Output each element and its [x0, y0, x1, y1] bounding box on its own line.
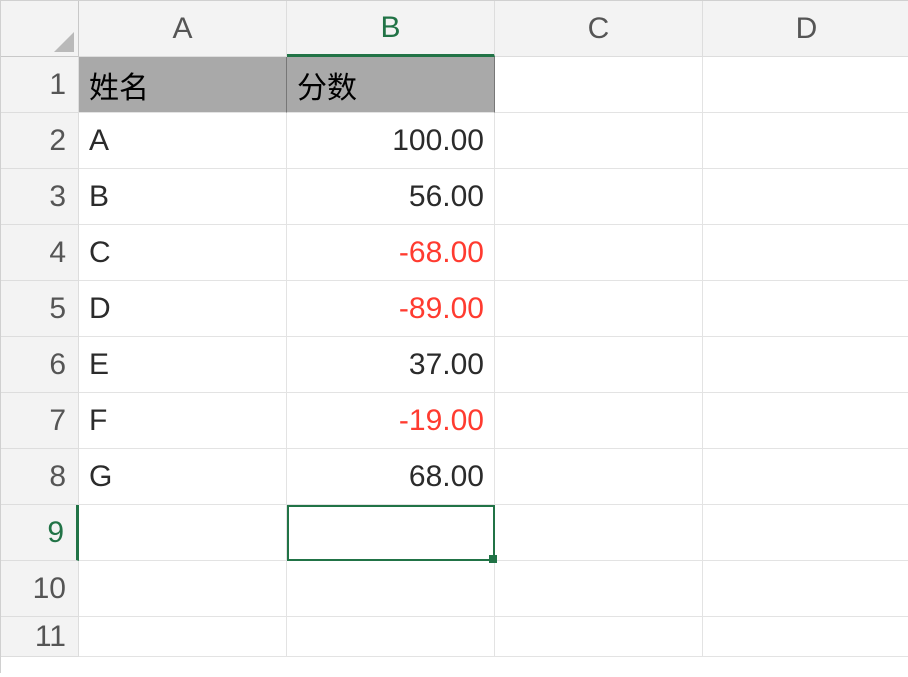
row-header-8[interactable]: 8 — [1, 449, 79, 505]
cell-A8[interactable]: G — [79, 449, 287, 505]
cell-A2[interactable]: A — [79, 113, 287, 169]
cell-D7[interactable] — [703, 393, 908, 449]
cell-D8[interactable] — [703, 449, 908, 505]
row-header-9[interactable]: 9 — [1, 505, 79, 561]
cell-A3[interactable]: B — [79, 169, 287, 225]
row-header-3[interactable]: 3 — [1, 169, 79, 225]
cell-C8[interactable] — [495, 449, 703, 505]
cell-D9[interactable] — [703, 505, 908, 561]
cell-B10[interactable] — [287, 561, 495, 617]
cell-B3[interactable]: 56.00 — [287, 169, 495, 225]
cell-C2[interactable] — [495, 113, 703, 169]
cell-B6[interactable]: 37.00 — [287, 337, 495, 393]
cell-D4[interactable] — [703, 225, 908, 281]
cell-D1[interactable] — [703, 57, 908, 113]
cell-D11[interactable] — [703, 617, 908, 657]
col-header-B[interactable]: B — [287, 1, 495, 57]
row-header-7[interactable]: 7 — [1, 393, 79, 449]
cell-C4[interactable] — [495, 225, 703, 281]
cell-D10[interactable] — [703, 561, 908, 617]
row-header-2[interactable]: 2 — [1, 113, 79, 169]
row-header-6[interactable]: 6 — [1, 337, 79, 393]
cell-B1[interactable]: 分数 — [287, 57, 495, 113]
row-header-4[interactable]: 4 — [1, 225, 79, 281]
cell-C5[interactable] — [495, 281, 703, 337]
cell-A9[interactable] — [79, 505, 287, 561]
row-header-5[interactable]: 5 — [1, 281, 79, 337]
cell-B5[interactable]: -89.00 — [287, 281, 495, 337]
select-all-corner[interactable] — [1, 1, 79, 57]
cell-A11[interactable] — [79, 617, 287, 657]
cell-D2[interactable] — [703, 113, 908, 169]
cell-C6[interactable] — [495, 337, 703, 393]
cell-C3[interactable] — [495, 169, 703, 225]
cell-D6[interactable] — [703, 337, 908, 393]
cell-B7[interactable]: -19.00 — [287, 393, 495, 449]
cell-A6[interactable]: E — [79, 337, 287, 393]
row-header-10[interactable]: 10 — [1, 561, 79, 617]
cell-B11[interactable] — [287, 617, 495, 657]
cell-C1[interactable] — [495, 57, 703, 113]
cell-A10[interactable] — [79, 561, 287, 617]
cell-B9[interactable] — [287, 505, 495, 561]
cell-C7[interactable] — [495, 393, 703, 449]
cell-A1[interactable]: 姓名 — [79, 57, 287, 113]
cell-A7[interactable]: F — [79, 393, 287, 449]
col-header-D[interactable]: D — [703, 1, 908, 57]
cell-A5[interactable]: D — [79, 281, 287, 337]
row-header-1[interactable]: 1 — [1, 57, 79, 113]
row-header-11[interactable]: 11 — [1, 617, 79, 657]
col-header-A[interactable]: A — [79, 1, 287, 57]
spreadsheet-grid[interactable]: A B C D 1 姓名 分数 2 A 100.00 3 B 56.00 4 C… — [0, 0, 908, 673]
cell-B8[interactable]: 68.00 — [287, 449, 495, 505]
cell-C9[interactable] — [495, 505, 703, 561]
cell-B4[interactable]: -68.00 — [287, 225, 495, 281]
cell-A4[interactable]: C — [79, 225, 287, 281]
cell-B2[interactable]: 100.00 — [287, 113, 495, 169]
cell-D5[interactable] — [703, 281, 908, 337]
cell-D3[interactable] — [703, 169, 908, 225]
cell-C10[interactable] — [495, 561, 703, 617]
col-header-C[interactable]: C — [495, 1, 703, 57]
cell-C11[interactable] — [495, 617, 703, 657]
